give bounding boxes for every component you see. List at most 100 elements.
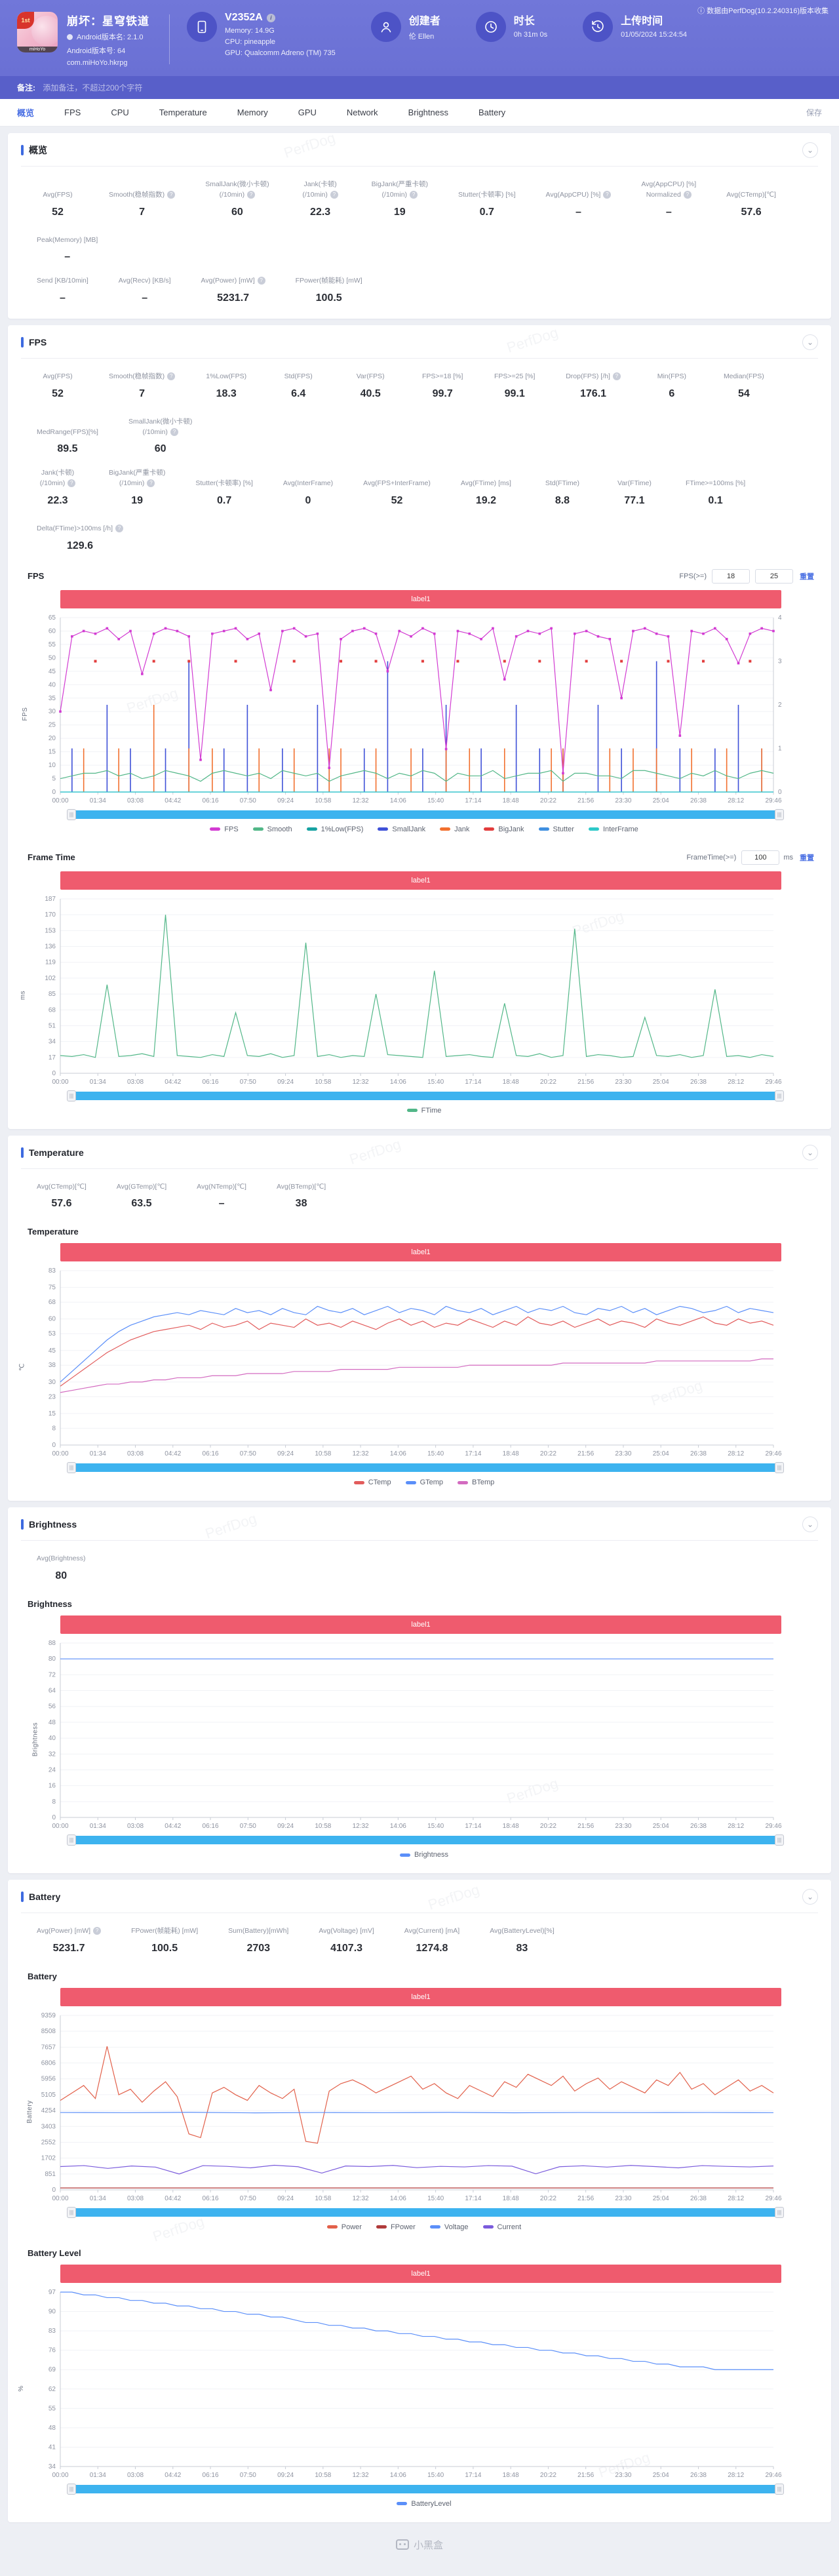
tab-Battery[interactable]: Battery [478,99,505,127]
legend-item-SmallJank[interactable]: SmallJank [378,825,425,833]
history-clock-icon [583,12,614,42]
legend-item-Current[interactable]: Current [482,2223,521,2231]
help-icon[interactable]: ? [330,190,338,199]
help-icon[interactable]: ? [603,190,612,199]
fps-chart-scrollbar[interactable]: ||| ||| [67,808,784,820]
section-title-fps: FPS [29,337,47,347]
legend-item-CTemp[interactable]: CTemp [353,1478,391,1486]
help-icon[interactable]: ? [115,524,124,532]
frametime-threshold-input[interactable] [741,850,780,865]
tab-Brightness[interactable]: Brightness [408,99,448,127]
svg-text:07:50: 07:50 [240,1450,256,1457]
legend-item-FTime[interactable]: FTime [406,1107,441,1115]
svg-text:07:50: 07:50 [240,2472,256,2479]
battery-chart[interactable]: 0 851 1702 2552 3403 4254 5105 5956 6806 7657 8508… [30,2010,801,2207]
tab-GPU[interactable]: GPU [298,99,317,127]
help-icon[interactable]: ? [147,479,155,487]
help-icon[interactable]: ? [683,190,692,199]
svg-text:06:16: 06:16 [203,2472,219,2479]
help-icon[interactable]: ? [167,190,176,199]
temperature-chart-scrollbar[interactable]: ||| ||| [67,1462,784,1474]
legend-item-GTemp[interactable]: GTemp [405,1478,443,1486]
legend-item-InterFrame[interactable]: InterFrame [588,825,638,833]
scrollbar-handle-right[interactable]: ||| [775,808,784,820]
svg-text:34: 34 [49,1038,56,1045]
scrollbar-handle-left[interactable]: ||| [67,1462,76,1474]
brightness-chart-block: Brightness label1 Brightness 0 8 16 24 32 40 4… [21,1599,818,1859]
fps-threshold-input-2[interactable] [755,568,793,584]
battery-chart-scrollbar[interactable]: ||| ||| [67,2206,784,2218]
scrollbar-handle-right[interactable]: ||| [775,1090,784,1101]
legend-item-Voltage[interactable]: Voltage [429,2223,469,2231]
scrollbar-handle-left[interactable]: ||| [67,1090,76,1101]
heybox-logo-icon [395,2539,409,2550]
legend-item-BigJank[interactable]: BigJank [484,825,524,833]
frametime-chart-scrollbar[interactable]: ||| ||| [67,1090,784,1101]
legend-item-BTemp[interactable]: BTemp [458,1478,494,1486]
help-icon[interactable]: ? [410,190,418,199]
remark-bar[interactable]: 备注: 添加备注，不超过200个字符 [0,76,839,99]
collapse-battery-button[interactable]: ⌄ [802,1889,818,1905]
legend-item-Brightness[interactable]: Brightness [400,1851,448,1859]
svg-text:10:58: 10:58 [315,1823,331,1830]
legend-item-1%Low(FPS)[interactable]: 1%Low(FPS) [306,825,363,833]
fps-threshold-input-1[interactable] [712,568,750,584]
scrollbar-handle-right[interactable]: ||| [775,1462,784,1474]
battery-level-chart-scrollbar[interactable]: ||| ||| [67,2483,784,2495]
battery-level-chart[interactable]: 34 41 48 55 62 69 76 83 90 97 00:00 01:34 03:08 04:42… [30,2287,801,2484]
brightness-chart-legend: Brightness [30,1851,818,1859]
help-icon[interactable]: ? [257,277,265,285]
scrollbar-handle-right[interactable]: ||| [775,1834,784,1846]
fps-reset-button[interactable]: 重置 [800,571,814,582]
svg-text:55: 55 [49,2405,56,2412]
frametime-chart[interactable]: 0 17 34 51 68 85 102 119 136 153 170 187 00:00 01:34 0… [30,894,801,1090]
legend-item-Smooth[interactable]: Smooth [252,825,292,833]
collapse-temperature-button[interactable]: ⌄ [802,1144,818,1160]
scrollbar-handle-left[interactable]: ||| [67,2483,76,2495]
android-icon [67,33,73,40]
tab-CPU[interactable]: CPU [111,99,128,127]
android-version-code: Android版本号: 64 [67,47,126,55]
collapse-overview-button[interactable]: ⌄ [802,142,818,158]
help-icon[interactable]: ? [170,427,178,436]
scrollbar-handle-right[interactable]: ||| [775,2206,784,2218]
svg-text:28:12: 28:12 [728,2195,744,2202]
help-icon[interactable]: ? [93,1927,102,1935]
svg-text:34: 34 [49,2463,56,2470]
stat-item: Std(FPS) 6.4 [284,372,313,399]
legend-item-Power[interactable]: Power [326,2223,362,2231]
tab-FPS[interactable]: FPS [64,99,81,127]
save-button[interactable]: 保存 [806,107,822,118]
info-icon[interactable]: i [266,13,275,22]
scrollbar-handle-right[interactable]: ||| [775,2483,784,2495]
legend-item-FPower[interactable]: FPower [376,2223,416,2231]
brightness-chart[interactable]: 0 8 16 24 32 40 48 56 64 72 80 88 00:00 01:34 03:08 04:… [30,1638,801,1834]
tab-概览[interactable]: 概览 [17,99,34,127]
legend-item-Stutter[interactable]: Stutter [538,825,574,833]
scrollbar-handle-left[interactable]: ||| [67,808,76,820]
svg-text:17:14: 17:14 [465,797,481,804]
help-icon[interactable]: ? [247,190,256,199]
stat-item: Smooth(稳帧指数)? 7 [109,190,176,218]
help-icon[interactable]: ? [612,372,621,380]
battery-card: PerfDog PerfDog PerfDog Battery ⌄ Avg(Po… [8,1880,831,2522]
tab-Network[interactable]: Network [347,99,378,127]
legend-item-FPS[interactable]: FPS [210,825,239,833]
legend-item-Jank[interactable]: Jank [440,825,469,833]
help-icon[interactable]: ? [68,479,76,487]
scrollbar-handle-left[interactable]: ||| [67,2206,76,2218]
collapse-brightness-button[interactable]: ⌄ [802,1516,818,1533]
legend-item-BatteryLevel[interactable]: BatteryLevel [397,2500,452,2508]
frametime-reset-button[interactable]: 重置 [800,852,814,863]
fps-chart[interactable]: 0 5 10 15 20 25 30 35 40 45 50 55 60 65 0 1 2 3 4 00:00 01:3… [30,612,801,809]
svg-text:23: 23 [49,1394,56,1401]
tab-Temperature[interactable]: Temperature [159,99,207,127]
svg-text:60: 60 [49,1316,56,1323]
temperature-chart[interactable]: 0 8 15 23 30 38 45 53 60 68 75 83 00:00 01:34 03:08 04:… [30,1265,801,1462]
tab-Memory[interactable]: Memory [237,99,268,127]
scrollbar-handle-left[interactable]: ||| [67,1834,76,1846]
collapse-fps-button[interactable]: ⌄ [802,334,818,350]
help-icon[interactable]: ? [167,372,176,380]
brightness-chart-scrollbar[interactable]: ||| ||| [67,1834,784,1846]
svg-text:10:58: 10:58 [315,2195,331,2202]
